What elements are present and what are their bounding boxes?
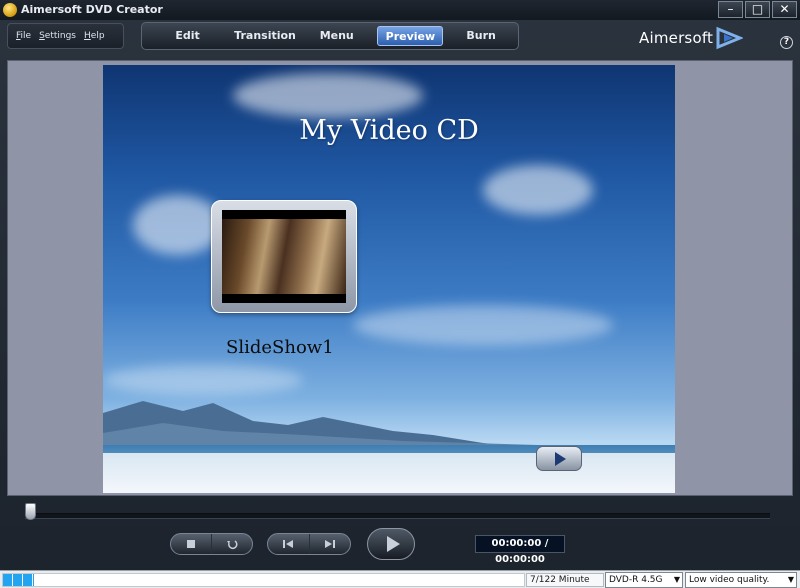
cloud-decoration: [233, 73, 423, 118]
tab-menu[interactable]: Menu: [300, 26, 374, 46]
chevron-down-icon: ▼: [673, 575, 680, 584]
status-bar: 7/122 Minute DVD-R 4.5G ▼ Low video qual…: [0, 570, 800, 588]
window-controls: – □ ✕: [718, 1, 797, 18]
thumbnail-image: [222, 210, 346, 303]
next-button[interactable]: [308, 534, 351, 554]
main-tabs: Edit Transition Menu Preview Burn: [141, 22, 519, 50]
timeline-slider-handle[interactable]: [25, 503, 36, 520]
next-icon: [324, 540, 335, 548]
quality-value: Low video quality.: [689, 575, 770, 585]
cloud-decoration: [133, 195, 223, 255]
timeline-track[interactable]: [25, 513, 770, 519]
brand-logo[interactable]: Aimersoft: [639, 26, 744, 50]
tab-preview[interactable]: Preview: [377, 26, 444, 46]
disc-type-select[interactable]: DVD-R 4.5G ▼: [605, 572, 683, 588]
cloud-decoration: [483, 165, 593, 215]
prev-next-group: [267, 533, 351, 555]
preview-panel: My Video CD SlideShow1: [7, 60, 793, 496]
slideshow-thumbnail[interactable]: [211, 200, 357, 313]
window-title: Aimersoft DVD Creator: [21, 3, 163, 16]
tab-edit[interactable]: Edit: [145, 26, 230, 46]
brand-logo-text: Aimersoft: [639, 29, 714, 47]
stop-rewind-group: [170, 533, 253, 555]
tab-transition[interactable]: Transition: [234, 26, 296, 46]
time-readout: 00:00:00 / 00:00:00: [475, 535, 565, 565]
menu-settings[interactable]: Settings: [39, 31, 76, 41]
brand-logo-icon: [716, 26, 744, 50]
duration-label: 7/122 Minute: [526, 573, 604, 587]
rewind-icon: [227, 540, 238, 550]
maximize-button[interactable]: □: [745, 1, 770, 18]
previous-button[interactable]: [268, 534, 309, 554]
disc-capacity-fill: [3, 574, 35, 586]
title-bar[interactable]: Aimersoft DVD Creator – □ ✕: [0, 0, 800, 20]
rewind-button[interactable]: [211, 534, 252, 554]
disc-type-value: DVD-R 4.5G: [609, 575, 663, 585]
menu-play-button[interactable]: [536, 446, 582, 471]
slideshow-label[interactable]: SlideShow1: [226, 337, 334, 358]
close-button[interactable]: ✕: [772, 1, 797, 18]
play-icon: [555, 451, 566, 466]
quality-select[interactable]: Low video quality. ▼: [685, 572, 797, 588]
chevron-down-icon: ▼: [787, 575, 794, 584]
help-icon[interactable]: ?: [780, 36, 793, 49]
previous-icon: [283, 540, 294, 548]
stop-button[interactable]: [171, 534, 211, 554]
mountains-decoration: [103, 401, 675, 453]
minimize-button[interactable]: –: [718, 1, 743, 18]
menu-file[interactable]: File: [16, 31, 31, 41]
play-icon: [386, 536, 400, 552]
app-logo-icon: [3, 3, 17, 17]
disc-capacity-bar: [2, 573, 525, 587]
menu-help[interactable]: Help: [84, 31, 105, 41]
play-button[interactable]: [367, 528, 415, 560]
beach-decoration: [103, 453, 675, 493]
stop-icon: [187, 540, 195, 548]
dvd-menu-preview: My Video CD SlideShow1: [103, 65, 675, 493]
cloud-decoration: [353, 305, 613, 345]
menu-bar: File Settings Help: [7, 23, 124, 49]
app-window: Aimersoft DVD Creator – □ ✕ File Setting…: [0, 0, 800, 588]
thumbnail-photo: [222, 219, 346, 294]
dvd-menu-title: My Video CD: [299, 115, 479, 146]
tab-burn[interactable]: Burn: [447, 26, 515, 46]
header: File Settings Help Edit Transition Menu …: [0, 20, 800, 58]
